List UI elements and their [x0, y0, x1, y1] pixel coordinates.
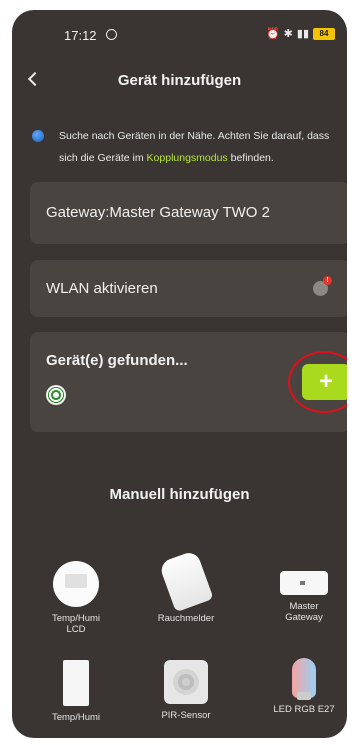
device-label: LED RGB E27 [273, 704, 335, 715]
light-bulb-icon [292, 658, 316, 700]
signal-icon: ▮▮ [296, 28, 309, 40]
battery-icon: 84 [313, 27, 335, 40]
device-master-gateway[interactable]: Master Gateway [259, 553, 347, 623]
smoke-detector-icon [158, 549, 214, 613]
page-title: Gerät hinzufügen [117, 72, 242, 89]
manual-add-title: Manuell hinzufügen [109, 486, 250, 503]
wlan-card[interactable]: WLAN aktivieren ! [30, 260, 347, 317]
temp-humi-icon [63, 660, 89, 706]
gateway-card[interactable]: Gateway:Master Gateway TWO 2 [30, 182, 347, 244]
device-rauchmelder[interactable]: Rauchmelder [141, 549, 231, 624]
app-screen: 17:12 ⏰ ✱ ▮▮ 84 Gerät hinzufügen Suche n… [12, 10, 347, 738]
status-time: 17:12 [64, 28, 97, 43]
status-icons: ⏰ ✱ ▮▮ 84 [266, 27, 335, 40]
gateway-icon [280, 571, 328, 595]
device-temp-humi[interactable]: Temp/Humi [31, 660, 121, 723]
device-label-line2: Gateway [285, 612, 323, 623]
device-led-rgb-e27[interactable]: LED RGB E27 [259, 658, 347, 715]
device-temp-humi-lcd[interactable]: Temp/Humi LCD [31, 561, 121, 635]
device-label: Temp/Humi [51, 712, 101, 723]
found-devices-label: Gerät(e) gefunden... [46, 352, 188, 369]
wlan-label: WLAN aktivieren [46, 280, 158, 297]
pairing-hint: Suche nach Geräten in der Nähe. Achten S… [59, 125, 339, 169]
device-label-line2: LCD [66, 624, 86, 635]
device-pir-sensor[interactable]: PIR-Sensor [141, 660, 231, 721]
temp-humi-sensor-icon [53, 561, 99, 607]
device-label: Rauchmelder [157, 613, 215, 624]
warning-badge-icon: ! [323, 276, 332, 285]
status-bar: 17:12 ⏰ ✱ ▮▮ 84 [12, 10, 347, 56]
device-label: Master [289, 601, 319, 612]
motion-sensor-icon [164, 660, 208, 704]
found-device-icon[interactable] [46, 385, 66, 405]
gateway-label: Gateway:Master Gateway TWO 2 [46, 204, 270, 221]
clock-icon [106, 29, 117, 40]
pairing-mode-link[interactable]: Kopplungsmodus [147, 152, 228, 164]
search-indicator-icon [32, 130, 44, 142]
alarm-icon: ⏰ [265, 28, 280, 40]
device-label: PIR-Sensor [161, 710, 211, 721]
hint-text-end: befinden. [227, 152, 274, 164]
bluetooth-icon: ✱ [283, 28, 293, 40]
device-label: Temp/Humi [51, 613, 101, 624]
